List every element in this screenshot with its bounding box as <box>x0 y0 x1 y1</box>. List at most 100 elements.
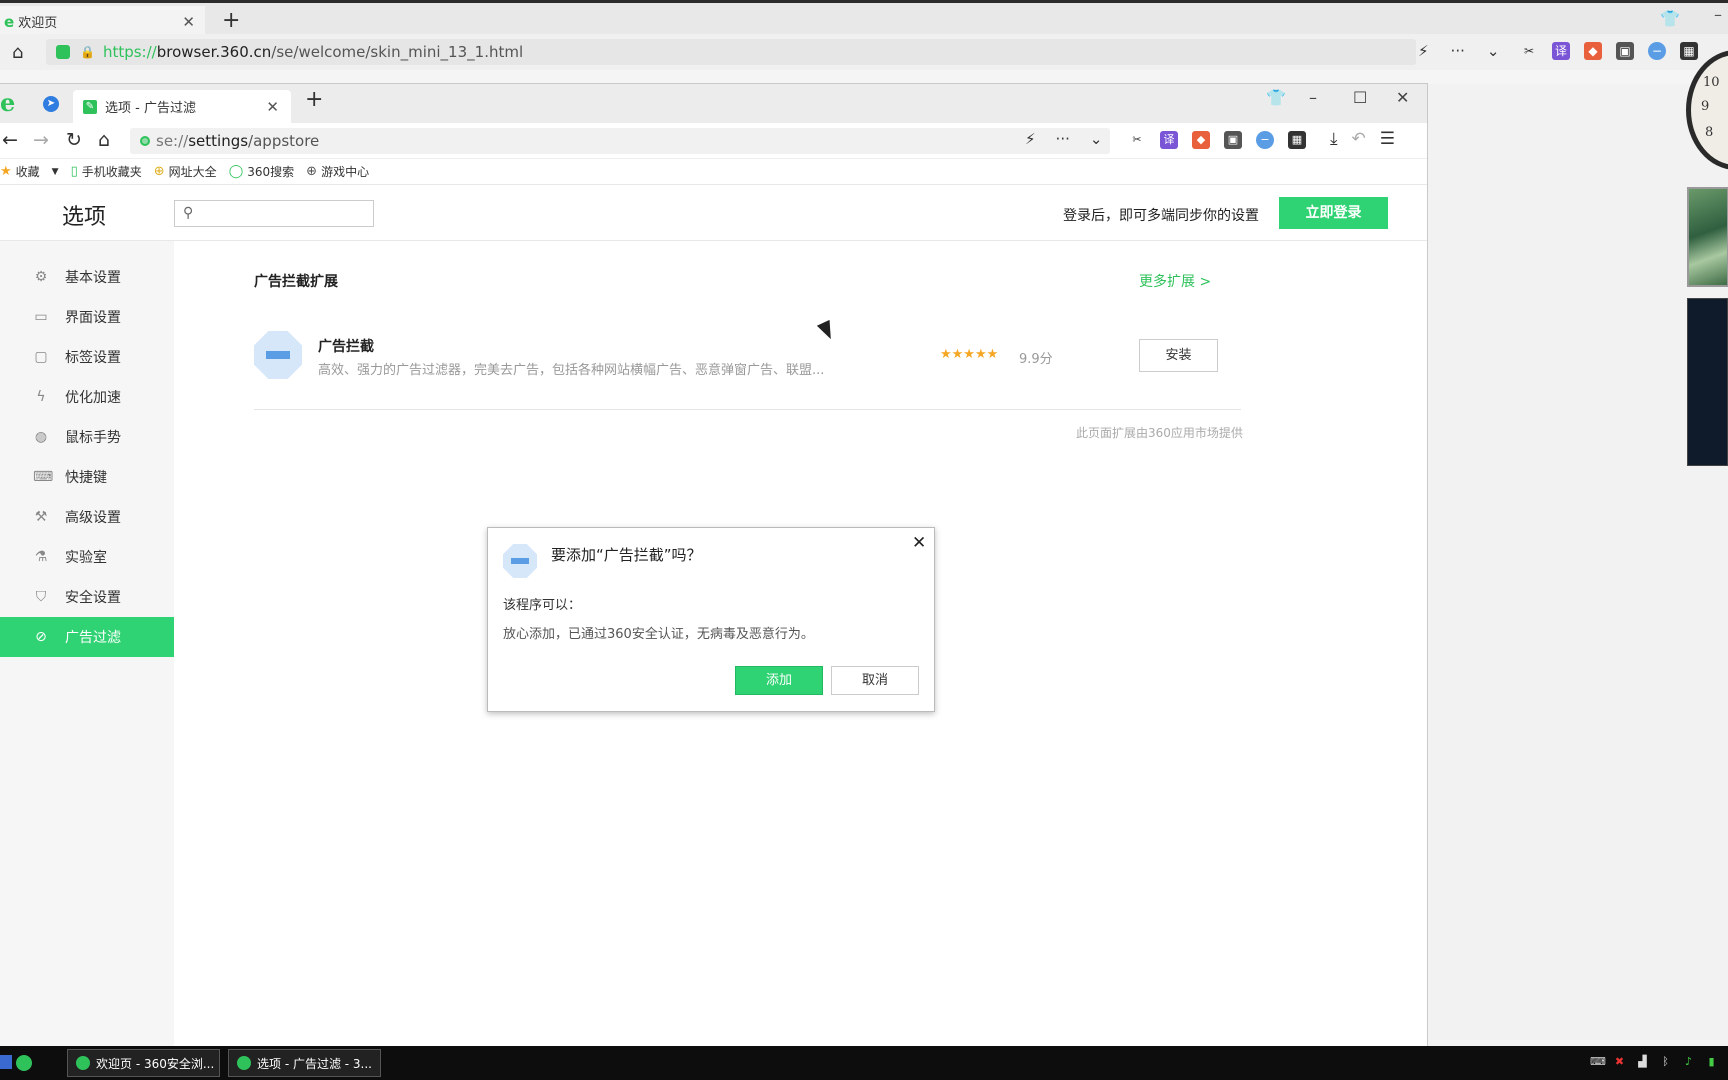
close-icon[interactable]: ✕ <box>182 13 195 31</box>
lightning-icon[interactable]: ⚡ <box>1418 42 1429 60</box>
reader-icon[interactable]: ▣ <box>1224 131 1242 149</box>
bookmark-url-directory[interactable]: ⊕ 网址大全 <box>154 163 217 180</box>
lightning-icon[interactable]: ⚡ <box>1025 130 1036 148</box>
game-icon[interactable]: ◆ <box>1192 131 1210 149</box>
search-input[interactable]: ⚲ <box>174 200 374 227</box>
sidebar-item-label: 标签设置 <box>65 350 121 366</box>
bookmark-game-center[interactable]: ⊕ 游戏中心 <box>306 163 369 180</box>
bookmark-label: 收藏 <box>15 165 40 179</box>
sidebar-item-shortcuts[interactable]: ⌨ 快捷键 <box>0 457 174 497</box>
sidebar-item-advanced[interactable]: ⚒ 高级设置 <box>0 497 174 537</box>
bookmark-favorites[interactable]: ★ 收藏 ▼ <box>0 163 59 180</box>
background-bookmark-bar <box>0 70 1728 84</box>
cancel-button[interactable]: 取消 <box>831 666 919 695</box>
scissors-icon[interactable]: ✂ <box>1128 131 1146 149</box>
install-button[interactable]: 安装 <box>1139 339 1218 372</box>
menu-icon[interactable]: ☰ <box>1380 129 1395 149</box>
sidebar-item-lab[interactable]: ⚗ 实验室 <box>0 537 174 577</box>
system-tray: ⌨ ✖ ▟ ᛒ ♪ ▮ <box>1590 1055 1718 1068</box>
taskbar-item[interactable]: 选项 - 广告过滤 - 3... <box>228 1049 381 1077</box>
chevron-down-icon[interactable]: ▼ <box>52 167 59 177</box>
close-icon[interactable]: ✕ <box>912 533 926 553</box>
more-icon[interactable]: ··· <box>1451 42 1465 60</box>
skin-icon[interactable]: 👕 <box>1660 9 1680 28</box>
background-address-bar: ⌂ 🔒 https:// browser.360.cn /se/welcome/… <box>0 34 1728 70</box>
more-extensions-link[interactable]: 更多扩展 > <box>1139 271 1211 291</box>
sidebar-item-label: 安全设置 <box>65 590 121 606</box>
tab-settings[interactable]: ✎ 选项 - 广告过滤 ✕ <box>73 90 291 123</box>
game-icon[interactable]: ◆ <box>1584 42 1602 60</box>
background-url-field[interactable]: 🔒 https:// browser.360.cn /se/welcome/sk… <box>46 39 1416 65</box>
back-button[interactable]: ← <box>2 129 18 151</box>
sidebar-item-interface[interactable]: ▭ 界面设置 <box>0 297 174 337</box>
more-icon[interactable]: ··· <box>1056 130 1070 148</box>
home-button[interactable]: ⌂ <box>98 129 110 151</box>
start-icon[interactable] <box>0 1055 12 1069</box>
sidebar-item-tabs[interactable]: ▢ 标签设置 <box>0 337 174 377</box>
sidebar-item-label: 基本设置 <box>65 270 121 286</box>
mouse-icon: ◍ <box>34 429 48 445</box>
volume-icon[interactable]: ♪ <box>1682 1055 1695 1068</box>
translate-icon[interactable]: 译 <box>1160 131 1178 149</box>
close-icon[interactable]: ✕ <box>266 98 279 116</box>
minimize-button[interactable]: – <box>1309 88 1317 107</box>
reload-button[interactable]: ↻ <box>66 129 82 151</box>
add-button[interactable]: 添加 <box>735 666 823 695</box>
desktop-area <box>1428 84 1728 1046</box>
download-icon[interactable]: ⤓ <box>1330 129 1338 149</box>
close-window-button[interactable]: ✕ <box>1396 88 1409 107</box>
window-icon: ▭ <box>34 309 48 325</box>
bookmark-360-search[interactable]: ◯ 360搜索 <box>229 163 294 180</box>
browser-quicklaunch-icon[interactable] <box>16 1055 32 1071</box>
sidebar-item-basic[interactable]: ⚙ 基本设置 <box>0 257 174 297</box>
undo-icon[interactable]: ↶ <box>1352 129 1366 149</box>
maximize-button[interactable]: ☐ <box>1353 88 1367 107</box>
url-scheme: https:// <box>102 43 157 61</box>
keyboard-icon[interactable]: ⌨ <box>1590 1055 1606 1068</box>
clock-numeral: 8 <box>1705 125 1714 140</box>
taskbar-item-label: 欢迎页 - 360安全浏... <box>96 1056 215 1071</box>
tab-title: 选项 - 广告过滤 <box>105 101 196 116</box>
minimize-button[interactable]: – <box>1714 5 1722 24</box>
chevron-down-icon[interactable]: ⌄ <box>1487 42 1500 60</box>
address-bar[interactable]: se:// settings /appstore <box>130 128 1110 154</box>
browser-logo-icon[interactable]: e <box>0 88 15 117</box>
apps-grid-icon[interactable]: ▦ <box>1288 131 1306 149</box>
settings-header: 选项 ⚲ 登录后，即可多端同步你的设置 立即登录 <box>0 185 1427 241</box>
tab-icon: ▢ <box>34 349 48 365</box>
sidebar-item-acceleration[interactable]: ϟ 优化加速 <box>0 377 174 417</box>
skin-icon[interactable]: 👕 <box>1266 88 1286 107</box>
adblock-icon[interactable]: − <box>1648 42 1666 60</box>
photo-gadget <box>1687 187 1728 287</box>
sidebar-item-security[interactable]: ⛉ 安全设置 <box>0 577 174 617</box>
home-icon[interactable]: ⌂ <box>12 42 32 63</box>
adblock-icon[interactable]: − <box>1256 131 1274 149</box>
new-tab-button[interactable]: + <box>222 8 240 33</box>
chevron-down-icon[interactable]: ⌄ <box>1090 130 1103 148</box>
apps-grid-icon[interactable]: ▦ <box>1680 42 1698 60</box>
page-title: 选项 <box>62 205 107 230</box>
rating-stars-icon: ★★★★★ <box>940 347 999 362</box>
reader-icon[interactable]: ▣ <box>1616 42 1634 60</box>
sidebar-item-label: 鼠标手势 <box>65 430 121 446</box>
sidebar-item-ad-filter[interactable]: ⊘ 广告过滤 <box>0 617 174 657</box>
bluetooth-icon[interactable]: ᛒ <box>1659 1055 1672 1068</box>
plus-globe-icon: ⊕ <box>153 164 165 179</box>
bookmark-mobile[interactable]: ▯ 手机收藏夹 <box>71 163 142 180</box>
url-scheme: se:// <box>156 132 189 150</box>
battery-icon[interactable]: ▮ <box>1705 1055 1718 1068</box>
section-title: 广告拦截扩展 <box>254 274 338 290</box>
background-tab[interactable]: e 欢迎页 ✕ <box>0 6 205 37</box>
login-button[interactable]: 立即登录 <box>1279 197 1388 229</box>
taskbar-item[interactable]: 欢迎页 - 360安全浏... <box>67 1049 220 1077</box>
wrench-icon: ✎ <box>83 99 97 114</box>
new-tab-button[interactable]: + <box>305 87 323 112</box>
translate-icon[interactable]: 译 <box>1552 42 1570 60</box>
scissors-icon[interactable]: ✂ <box>1520 42 1538 60</box>
security-icon[interactable]: ✖ <box>1613 1055 1626 1068</box>
telegram-icon[interactable]: ➤ <box>43 96 59 112</box>
forward-button[interactable]: → <box>33 129 49 151</box>
network-icon[interactable]: ▟ <box>1636 1055 1649 1068</box>
extension-description: 高效、强力的广告过滤器，完美去广告，包括各种网站横幅广告、恶意弹窗广告、联盟..… <box>318 363 825 378</box>
sidebar-item-mouse-gestures[interactable]: ◍ 鼠标手势 <box>0 417 174 457</box>
